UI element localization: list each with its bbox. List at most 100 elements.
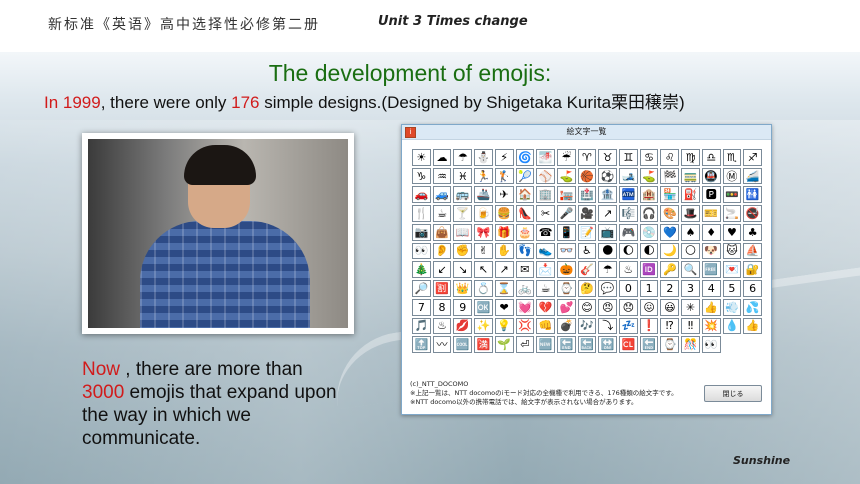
emoji-cell[interactable]: 👠: [515, 205, 535, 222]
emoji-cell[interactable]: 🏦: [598, 186, 618, 204]
emoji-cell[interactable]: 🔙: [577, 336, 597, 353]
emoji-cell[interactable]: 💌: [722, 261, 742, 279]
emoji-cell[interactable]: 🆔: [639, 261, 659, 279]
emoji-cell[interactable]: 🚗: [412, 186, 431, 204]
emoji-cell[interactable]: ❤: [494, 298, 514, 316]
emoji-cell[interactable]: 🐱: [722, 242, 742, 260]
emoji-cell[interactable]: ♈: [577, 149, 597, 166]
emoji-cell[interactable]: ⛳: [556, 167, 576, 185]
emoji-cell[interactable]: 🎩: [681, 205, 700, 222]
emoji-cell[interactable]: 🎄: [412, 261, 431, 279]
emoji-cell[interactable]: 🆑: [619, 336, 638, 353]
emoji-cell[interactable]: 🍸: [453, 205, 473, 222]
emoji-cell[interactable]: ⁉: [660, 317, 680, 335]
emoji-cell[interactable]: ⌚: [660, 336, 680, 353]
emoji-cell[interactable]: 📩: [536, 261, 555, 279]
emoji-cell[interactable]: 🔍: [681, 261, 700, 279]
emoji-cell[interactable]: 🚙: [432, 186, 452, 204]
emoji-cell[interactable]: 🔚: [556, 336, 576, 353]
emoji-cell[interactable]: 🌁: [536, 149, 555, 166]
emoji-cell[interactable]: 😞: [619, 298, 638, 316]
emoji-cell[interactable]: 📝: [577, 223, 597, 241]
emoji-cell[interactable]: 😠: [598, 298, 618, 316]
emoji-cell[interactable]: 🏥: [577, 186, 597, 204]
emoji-cell[interactable]: 🏌: [494, 167, 514, 185]
emoji-cell[interactable]: ☕: [536, 280, 555, 297]
emoji-cell[interactable]: ♊: [619, 149, 638, 166]
emoji-cell[interactable]: 💿: [639, 223, 659, 241]
emoji-cell[interactable]: ♥: [722, 223, 742, 241]
emoji-cell[interactable]: 🎵: [412, 317, 431, 335]
emoji-cell[interactable]: 0: [619, 280, 638, 297]
emoji-cell[interactable]: 🎾: [515, 167, 535, 185]
emoji-cell[interactable]: 🌓: [639, 242, 659, 260]
emoji-cell[interactable]: ↗: [494, 261, 514, 279]
emoji-cell[interactable]: 👍: [701, 298, 721, 316]
emoji-cell[interactable]: 🏢: [536, 186, 555, 204]
emoji-cell[interactable]: ♉: [598, 149, 618, 166]
emoji-cell[interactable]: ⛄: [474, 149, 493, 166]
emoji-cell[interactable]: 🐶: [701, 242, 721, 260]
emoji-cell[interactable]: 🍔: [494, 205, 514, 222]
emoji-cell[interactable]: 🈵: [474, 336, 493, 353]
emoji-cell[interactable]: 📱: [556, 223, 576, 241]
emoji-cell[interactable]: 8: [432, 298, 452, 316]
emoji-cell[interactable]: 🎶: [577, 317, 597, 335]
emoji-cell[interactable]: 🤔: [577, 280, 597, 297]
emoji-cell[interactable]: 👂: [432, 242, 452, 260]
emoji-cell[interactable]: 🎫: [701, 205, 721, 222]
emoji-cell[interactable]: ☔: [556, 149, 576, 166]
emoji-cell[interactable]: 💙: [660, 223, 680, 241]
emoji-cell[interactable]: ✊: [453, 242, 473, 260]
emoji-cell[interactable]: 🔐: [743, 261, 762, 279]
emoji-cell[interactable]: ⏎: [515, 336, 535, 353]
emoji-cell[interactable]: ✳: [681, 298, 700, 316]
emoji-cell[interactable]: ♦: [701, 223, 721, 241]
emoji-cell[interactable]: ⛳: [639, 167, 659, 185]
emoji-cell[interactable]: 🍺: [474, 205, 493, 222]
emoji-cell[interactable]: 🏧: [619, 186, 638, 204]
emoji-cell[interactable]: ⛽: [681, 186, 700, 204]
emoji-cell[interactable]: 🆗: [474, 298, 493, 316]
emoji-cell[interactable]: 💬: [598, 280, 618, 297]
emoji-cell[interactable]: 📖: [453, 223, 473, 241]
emoji-cell[interactable]: 🎂: [515, 223, 535, 241]
emoji-cell[interactable]: 😖: [639, 298, 659, 316]
emoji-cell[interactable]: ♒: [432, 167, 452, 185]
emoji-cell[interactable]: 💓: [515, 298, 535, 316]
emoji-cell[interactable]: ↙: [432, 261, 452, 279]
emoji-cell[interactable]: 🚥: [722, 186, 742, 204]
window-titlebar[interactable]: i 絵文字一覧: [402, 125, 771, 140]
emoji-cell[interactable]: 💥: [701, 317, 721, 335]
emoji-cell[interactable]: 🌕: [681, 242, 700, 260]
emoji-cell[interactable]: ↗: [598, 205, 618, 222]
emoji-cell[interactable]: 🚄: [743, 167, 762, 185]
emoji-cell[interactable]: 👓: [556, 242, 576, 260]
emoji-cell[interactable]: 🎿: [619, 167, 638, 185]
emoji-cell[interactable]: 🎥: [577, 205, 597, 222]
emoji-cell[interactable]: 🌱: [494, 336, 514, 353]
emoji-cell[interactable]: 🎨: [660, 205, 680, 222]
emoji-cell[interactable]: 🔑: [660, 261, 680, 279]
emoji-cell[interactable]: 🏀: [577, 167, 597, 185]
emoji-cell[interactable]: 🆕: [536, 336, 555, 353]
emoji-cell[interactable]: ✨: [474, 317, 493, 335]
emoji-cell[interactable]: Ⓜ: [722, 167, 742, 185]
emoji-cell[interactable]: 👀: [412, 242, 431, 260]
emoji-cell[interactable]: 🔚: [639, 336, 659, 353]
emoji-cell[interactable]: 🎊: [681, 336, 700, 353]
emoji-cell[interactable]: 🚌: [453, 186, 473, 204]
emoji-cell[interactable]: 9: [453, 298, 473, 316]
emoji-cell[interactable]: 2: [660, 280, 680, 297]
emoji-cell[interactable]: 4: [701, 280, 721, 297]
emoji-cell[interactable]: 🔎: [412, 280, 431, 297]
emoji-cell[interactable]: ♨: [619, 261, 638, 279]
emoji-cell[interactable]: 💦: [743, 298, 762, 316]
emoji-cell[interactable]: 🌀: [515, 149, 535, 166]
emoji-cell[interactable]: ☁: [432, 149, 452, 166]
emoji-cell[interactable]: ✌: [474, 242, 493, 260]
emoji-cell[interactable]: 📺: [598, 223, 618, 241]
emoji-cell[interactable]: 🎮: [619, 223, 638, 241]
emoji-cell[interactable]: 🏪: [660, 186, 680, 204]
emoji-cell[interactable]: ☂: [598, 261, 618, 279]
